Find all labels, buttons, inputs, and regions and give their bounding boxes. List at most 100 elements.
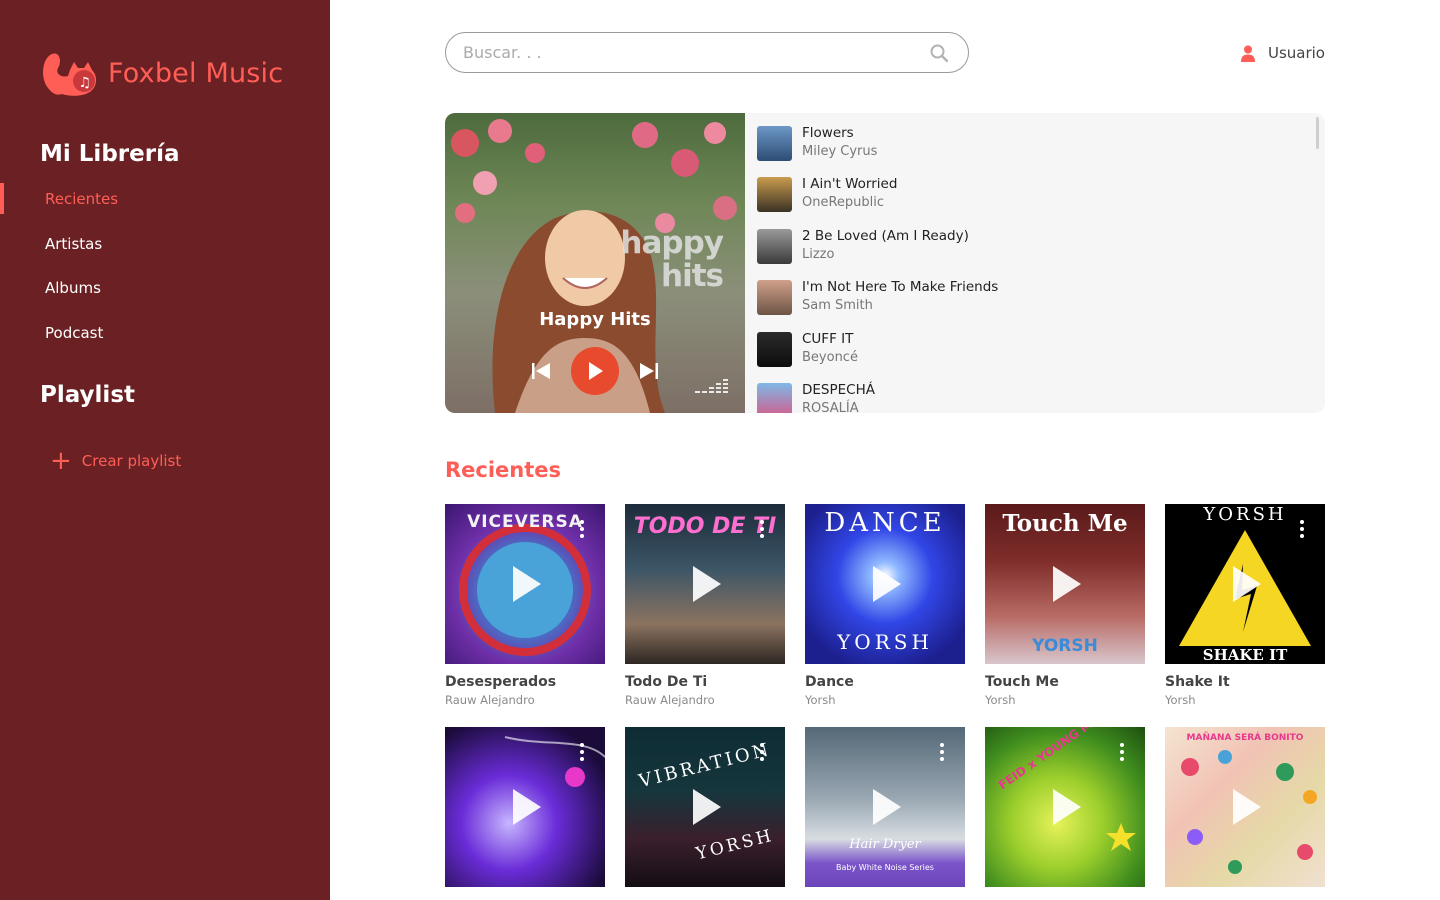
svg-text:♫: ♫ [79,75,92,91]
play-icon[interactable] [1049,564,1083,604]
cover-text: Touch Me [1002,510,1128,537]
track-cover [757,176,792,212]
album-cover: VIBRATION YORSH [625,727,785,887]
album-cover: TODO DE TI [625,504,785,664]
user-menu[interactable]: Usuario [1240,44,1325,62]
album-title: Desesperados [445,674,557,690]
featured-cover[interactable]: happy hits Happy Hits [445,113,745,413]
sidebar-item-artistas[interactable]: Artistas [45,235,102,253]
create-playlist-label: Crear playlist [81,452,182,470]
album-card[interactable]: FEID x YOUNG MIKO [985,727,1145,887]
more-options-icon[interactable] [940,743,944,761]
sidebar-item-albums[interactable]: Albums [45,279,101,297]
track-artist: ROSALÍA [802,400,859,414]
track-title: CUFF IT [802,330,854,347]
app-name: Foxbel Music [108,57,284,89]
track-list-scrollbar[interactable] [1316,117,1319,149]
track-cover [757,279,792,315]
user-icon [1240,45,1255,62]
album-artist: Rauw Alejandro [625,693,715,707]
track-artist: OneRepublic [802,194,885,210]
play-icon[interactable] [869,564,903,604]
more-options-icon[interactable] [580,743,584,761]
album-cover: VICEVERSA [445,504,605,664]
play-icon[interactable] [1229,787,1263,827]
playlist-heading: Playlist [40,382,135,408]
featured-title: Happy Hits [539,309,651,330]
play-icon [589,362,603,380]
cover-text-secondary: Baby White Noise Series [836,863,934,872]
more-options-icon[interactable] [760,743,764,761]
cover-text: Hair Dryer [849,837,921,852]
track-title: I Ain't Worried [802,175,898,192]
album-artist: Yorsh [1165,693,1196,707]
play-icon[interactable] [1049,787,1083,827]
fox-logo-icon: ♫ [43,53,97,96]
next-icon[interactable] [639,361,659,381]
track-title: Flowers [802,124,854,141]
track-row[interactable]: CUFF IT Beyoncé [757,329,858,369]
track-artist: Lizzo [802,246,835,262]
album-card[interactable]: TODO DE TI Todo De Ti Rauw Alejandro [625,504,785,707]
play-icon[interactable] [869,787,903,827]
track-artist: Beyoncé [802,349,858,365]
track-list[interactable]: Flowers Miley Cyrus I Ain't Worried OneRep… [745,113,1325,413]
track-title: 2 Be Loved (Am I Ready) [802,227,969,244]
album-cover: MAÑANA SERÁ BONITO [1165,727,1325,887]
album-card[interactable]: YORSH SHAKE IT Shake It Yorsh [1165,504,1325,707]
plus-icon: + [50,446,72,476]
album-card[interactable]: MAÑANA SERÁ BONITO [1165,727,1325,887]
album-card[interactable]: Touch Me YORSH Touch Me Yorsh [985,504,1145,707]
more-options-icon[interactable] [760,520,764,538]
track-artist: Sam Smith [802,297,873,313]
play-icon[interactable] [509,564,543,604]
album-card[interactable] [445,727,605,887]
create-playlist-button[interactable]: + Crear playlist [50,446,182,476]
cover-tag-hits: hits [661,258,724,294]
track-row[interactable]: 2 Be Loved (Am I Ready) Lizzo [757,226,969,266]
album-card[interactable]: DANCE YORSH Dance Yorsh [805,504,965,707]
track-cover [757,331,792,367]
cover-tag-happy: happy [620,225,724,261]
sidebar-item-podcast[interactable]: Podcast [45,324,103,342]
album-title: Todo De Ti [625,674,708,690]
search-icon[interactable] [930,44,948,62]
track-artist: Miley Cyrus [802,143,878,159]
library-heading: Mi Librería [40,141,180,167]
track-row[interactable]: I'm Not Here To Make Friends Sam Smith [757,277,998,317]
more-options-icon[interactable] [1300,520,1304,538]
track-cover [757,125,792,161]
play-icon[interactable] [509,787,543,827]
equalizer-icon [695,379,728,393]
album-cover: Touch Me YORSH [985,504,1145,664]
album-card[interactable]: Hair Dryer Baby White Noise Series [805,727,965,887]
album-card[interactable]: VIBRATION YORSH [625,727,785,887]
track-title: DESPECHÁ [802,381,875,398]
previous-icon[interactable] [531,361,551,381]
cover-text-secondary: YORSH [837,630,933,654]
track-row[interactable]: Flowers Miley Cyrus [757,123,877,163]
sidebar-item-recientes[interactable]: Recientes [45,190,118,208]
album-artist: Rauw Alejandro [445,693,535,707]
track-row[interactable]: DESPECHÁ ROSALÍA [757,380,875,413]
more-options-icon[interactable] [580,520,584,538]
track-row[interactable]: I Ain't Worried OneRepublic [757,174,897,214]
album-card[interactable]: VICEVERSA Desesperados Rauw Alejandro [445,504,605,707]
track-cover [757,228,792,264]
play-icon[interactable] [689,564,723,604]
cover-text: DANCE [824,508,946,538]
play-icon[interactable] [1229,564,1263,604]
play-button[interactable] [571,347,619,395]
more-options-icon[interactable] [1120,743,1124,761]
sidebar: ♫ Foxbel Music Mi Librería Recientes Art… [0,0,330,900]
app-logo[interactable]: ♫ Foxbel Music [40,48,283,98]
cover-text-secondary: YORSH [1032,636,1098,656]
search-bar [445,32,969,73]
album-title: Touch Me [985,674,1059,690]
track-title: I'm Not Here To Make Friends [802,278,999,295]
play-icon[interactable] [689,787,723,827]
featured-playlist: happy hits Happy Hits Flowers Miley Cyru… [445,113,1325,413]
search-input[interactable] [446,33,906,72]
album-cover [445,727,605,887]
album-artist: Yorsh [985,693,1016,707]
